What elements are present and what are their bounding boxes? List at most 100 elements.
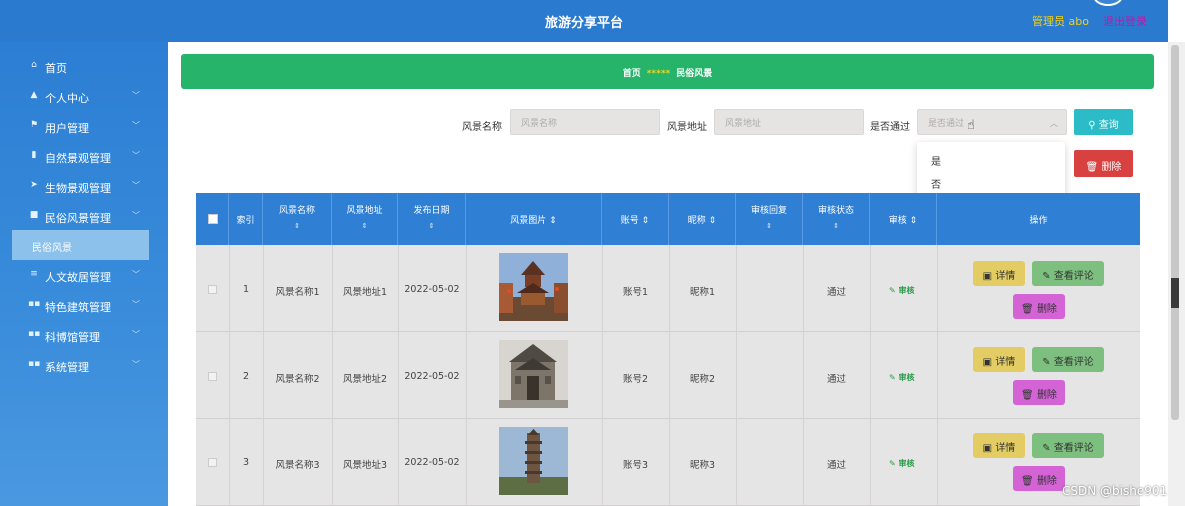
audit-link[interactable]: ✎ 审核 [889,285,915,296]
sort-icon: ⇕ [909,216,918,226]
chevron-down-icon: ﹀ [132,211,140,220]
edit-icon: ✎ [889,286,896,295]
chevron-down-icon: ﹀ [132,330,140,339]
sidebar-item-label: 民俗风景管理 [45,212,111,225]
sidebar-item-museum[interactable]: ▪▪ 科博馆管理 ﹀ [0,321,168,351]
breadcrumb-separator: ***** [646,69,671,79]
sidebar-item-natural[interactable]: ▮ 自然景观管理 ﹀ [0,142,168,172]
chevron-down-icon: ﹀ [132,121,140,130]
comment-label: 查看评论 [1053,271,1094,282]
cell-index: 3 [242,457,250,468]
cell-address: 风景地址1 [342,287,388,298]
header-nickname[interactable]: 昵称 ⇕ [669,193,736,245]
header-label: 风景地址 [346,206,383,216]
sidebar-item-label: 生物景观管理 [45,182,111,195]
dropdown-option-no[interactable]: 否 [931,176,941,191]
header-audit[interactable]: 审核 ⇕ [870,193,937,245]
cell-name: 风景名称3 [275,460,320,471]
chat-icon: ■ [29,210,39,220]
row-checkbox[interactable] [208,372,217,381]
header-label: 审核 ⇕ [870,213,936,226]
audit-link[interactable]: ✎ 审核 [889,372,915,383]
row-checkbox[interactable] [208,458,217,467]
delete-button[interactable]: 🗑 删除 [1013,380,1065,405]
cell-date: 2022-05-02 [404,457,460,468]
search-icon: ⚲ [1088,120,1096,131]
sidebar-item-label: 系统管理 [45,361,89,374]
audit-label: 审核 [898,459,915,468]
scenery-thumbnail[interactable] [499,253,568,321]
avatar[interactable] [1093,0,1123,6]
header-address[interactable]: 风景地址 ⇕ [332,193,398,245]
sort-icon: ⇕ [294,222,300,230]
address-search-input[interactable]: 风景地址 [714,109,864,135]
logout-link[interactable]: 退出登录 [1103,13,1147,29]
sidebar-item-system[interactable]: ▪▪ 系统管理 ﹀ [0,351,168,381]
sidebar-item-home[interactable]: ⌂ 首页 [0,52,168,82]
detail-button[interactable]: ▣ 详情 [973,347,1025,372]
flag-icon: ⚑ [29,120,39,130]
top-bar: 旅游分享平台 管理员 abo 退出登录 [0,0,1168,42]
detail-label: 详情 [995,271,1016,282]
header-index: 索引 [229,193,263,245]
sidebar-item-biological[interactable]: ➤ 生物景观管理 ﹀ [0,172,168,202]
sidebar-item-users[interactable]: ⚑ 用户管理 ﹀ [0,112,168,142]
cell-index: 1 [242,284,250,295]
trash-icon: 🗑 [1085,162,1099,173]
select-all-checkbox[interactable] [208,214,218,224]
header-label-text: 审核 [888,216,907,226]
pass-select[interactable]: 是否通过 [917,109,1067,135]
edit-icon: ✎ [1042,357,1051,368]
column-divider [736,245,737,506]
dropdown-option-yes[interactable]: 是 [931,153,941,168]
audit-label: 审核 [898,286,915,295]
view-comments-button[interactable]: ✎ 查看评论 [1032,347,1104,372]
sidebar-item-folk[interactable]: ■ 民俗风景管理 ﹀ [0,202,168,232]
header-label-text: 风景图片 [510,216,547,226]
header-reply[interactable]: 审核回复 ⇕ [736,193,803,245]
scrollbar-thumb[interactable] [1171,45,1179,420]
query-button[interactable]: ⚲ 查询 [1074,109,1133,135]
sidebar-item-architecture[interactable]: ▪▪ 特色建筑管理 ﹀ [0,291,168,321]
list-icon: ≡ [30,269,38,279]
header-date[interactable]: 发布日期 ⇕ [398,193,466,245]
hand-cursor-icon: ☝ [967,118,975,133]
batch-delete-button[interactable]: 🗑 删除 [1074,150,1133,177]
view-comments-button[interactable]: ✎ 查看评论 [1032,261,1104,286]
header-label: 风景图片 ⇕ [466,213,601,226]
header-account[interactable]: 账号 ⇕ [602,193,669,245]
grid-icon: ▪▪ [28,359,41,369]
cell-date: 2022-05-02 [404,284,460,295]
audit-label: 审核 [898,373,915,382]
chevron-up-icon: ︿ [1050,119,1058,128]
breadcrumb-home[interactable]: 首页 [623,69,641,79]
scenery-thumbnail[interactable] [499,427,568,495]
grid-icon: ▪▪ [28,299,41,309]
header-name[interactable]: 风景名称 ⇕ [263,193,332,245]
audit-link[interactable]: ✎ 审核 [889,458,915,469]
sidebar-item-personal[interactable]: ▲ 个人中心 ﹀ [0,82,168,112]
sidebar-item-label: 首页 [45,62,67,75]
batch-delete-label: 删除 [1101,162,1122,173]
trash-icon: 🗑 [1021,476,1034,487]
delete-button[interactable]: 🗑 删除 [1013,466,1065,491]
row-checkbox[interactable] [208,285,217,294]
chevron-down-icon: ﹀ [132,151,140,160]
pass-label: 是否通过 [870,122,910,133]
delete-button[interactable]: 🗑 删除 [1013,294,1065,319]
sidebar-item-residence[interactable]: ≡ 人文故居管理 ﹀ [0,261,168,291]
detail-button[interactable]: ▣ 详情 [973,261,1025,286]
doc-icon: ▣ [982,357,993,368]
name-search-input[interactable]: 风景名称 [510,109,660,135]
scrollbar-marker [1171,278,1179,308]
header-status[interactable]: 审核状态 ⇕ [803,193,870,245]
detail-button[interactable]: ▣ 详情 [973,433,1025,458]
header-label: 索引 [236,216,255,226]
edit-icon: ✎ [889,459,896,468]
sidebar-subitem-folk-scenery[interactable]: 民俗风景 [12,230,149,260]
comment-label: 查看评论 [1053,357,1094,368]
sidebar-item-label: 人文故居管理 [45,271,111,284]
scenery-thumbnail[interactable] [499,340,568,408]
view-comments-button[interactable]: ✎ 查看评论 [1032,433,1104,458]
header-image[interactable]: 风景图片 ⇕ [466,193,602,245]
